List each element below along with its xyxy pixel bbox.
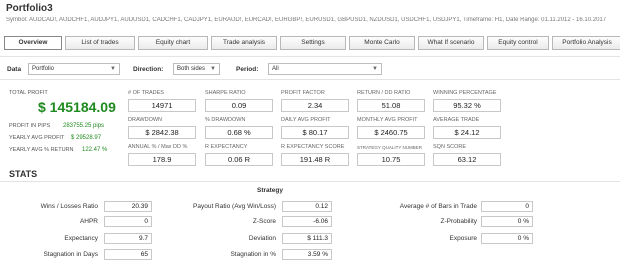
stat-label: Z-Probability [440,218,477,225]
metric-value: $ 2842.38 [128,126,196,139]
data-label: Data [7,66,22,73]
metric-label: PROFIT FACTOR [281,90,325,96]
direction-select[interactable]: Both sides ▼ [173,63,220,75]
tab-settings[interactable]: Settings [280,36,346,50]
period-select-value: All [272,66,279,72]
strategy-heading: Strategy [256,187,283,194]
header: Portfolio3 Symbol: AUDCAD!, AUDCHF1, AUD… [0,0,620,34]
metric-label: SQN SCORE [433,144,467,150]
tab-overview[interactable]: Overview [4,36,62,50]
metric-label: MONTHLY AVG PROFIT [357,117,418,123]
direction-label: Direction: [133,66,164,73]
period-label: Period: [236,66,259,73]
metric-value: 63.12 [433,153,501,166]
stat-value: 0 % [481,216,533,227]
stat-value: 20.39 [104,201,152,212]
stat-label: Average # of Bars in Trade [399,203,477,210]
metric-value: 2.34 [281,99,349,112]
metric-value: 0.68 % [205,126,273,139]
stat-label: Stagnation in Days [43,251,98,258]
period-select[interactable]: All ▼ [268,63,382,75]
stat-value: 65 [104,249,152,260]
stats-title: STATS [9,169,38,179]
tab-portfolio-analysis[interactable]: Portfolio Analysis [552,36,620,50]
metric-label: WINNING PERCENTAGE [433,90,497,96]
metric-value: $ 2460.75 [357,126,425,139]
metric-label: AVERAGE TRADE [433,117,480,123]
metric-label: SHARPE RATIO [205,90,246,96]
metric-value: 51.08 [357,99,425,112]
stat-label: Expectancy [64,235,98,242]
metric-label: DRAWDOWN [128,117,163,123]
metric-label: # OF TRADES [128,90,164,96]
metric-label: R EXPECTANCY SCORE [281,144,345,150]
stat-value: 3.59 % [282,249,332,260]
stat-label: Wins / Losses Ratio [40,203,98,210]
profit-pips-value: 283755.25 pips [63,123,105,129]
yearly-avg-return-label: YEARLY AVG % RETURN [9,147,74,153]
yearly-avg-profit-value: $ 29528.97 [71,135,102,141]
stat-label: Stagnation in % [230,251,276,258]
stat-value: 0 [481,201,533,212]
tab-bar: Overview List of trades Equity chart Tra… [4,36,620,50]
yearly-avg-profit-label: YEARLY AVG PROFIT [9,135,65,141]
stat-value: 9.7 [104,233,152,244]
stat-label: Payout Ratio (Avg Win/Loss) [193,203,276,210]
chevron-down-icon: ▼ [110,66,116,72]
stat-value: -6.06 [282,216,332,227]
metric-label: RETURN / DD RATIO [357,90,411,96]
symbols-line: Symbol: AUDCAD!, AUDCHF1, AUDJPY1, AUDUS… [6,17,607,23]
metric-value: 10.75 [357,153,425,166]
divider [0,181,620,182]
metric-value: 0.09 [205,99,273,112]
direction-select-value: Both sides [177,66,206,72]
tab-what-if-scenario[interactable]: What If scenario [418,36,484,50]
tab-equity-chart[interactable]: Equity chart [138,36,208,50]
metric-value: 191.48 R [281,153,349,166]
stat-value: $ 111.3 [282,233,332,244]
stat-value: 0 [104,216,152,227]
tab-list-of-trades[interactable]: List of trades [65,36,135,50]
metric-value: 14971 [128,99,196,112]
metric-label: STRATEGY QUALITY NUMBER [357,145,423,150]
stat-label: Deviation [248,235,276,242]
window-title: Portfolio3 [6,3,53,14]
metric-label: ANNUAL % / Max DD % [128,144,188,150]
total-profit-value: $ 145184.09 [38,99,116,115]
stat-label: AHPR [79,218,98,225]
metric-value: $ 24.12 [433,126,501,139]
metric-label: R EXPECTANCY [205,144,248,150]
stat-value: 0 % [481,233,533,244]
metric-value: $ 80.17 [281,126,349,139]
metric-value: 95.32 % [433,99,501,112]
metric-label: DAILY AVG PROFIT [281,117,331,123]
metric-label: % DRAWDOWN [205,117,246,123]
chevron-down-icon: ▼ [210,66,216,72]
stat-value: 0.12 [282,201,332,212]
chevron-down-icon: ▼ [372,66,378,72]
data-select[interactable]: Portfolio ▼ [28,63,120,75]
tab-trade-analysis[interactable]: Trade analysis [211,36,277,50]
filter-bar: Data Portfolio ▼ Direction: Both sides ▼… [0,56,620,80]
total-profit-label: TOTAL PROFIT [9,90,48,96]
metric-value: 178.9 [128,153,196,166]
stat-label: Exposure [449,235,477,242]
tab-equity-control[interactable]: Equity control [487,36,549,50]
stat-label: Z-Score [252,218,276,225]
tab-monte-carlo[interactable]: Monte Carlo [349,36,415,50]
yearly-avg-return-value: 122.47 % [82,147,108,153]
metric-value: 0.06 R [205,153,273,166]
data-select-value: Portfolio [32,66,55,72]
profit-pips-label: PROFIT IN PIPS [9,123,51,129]
